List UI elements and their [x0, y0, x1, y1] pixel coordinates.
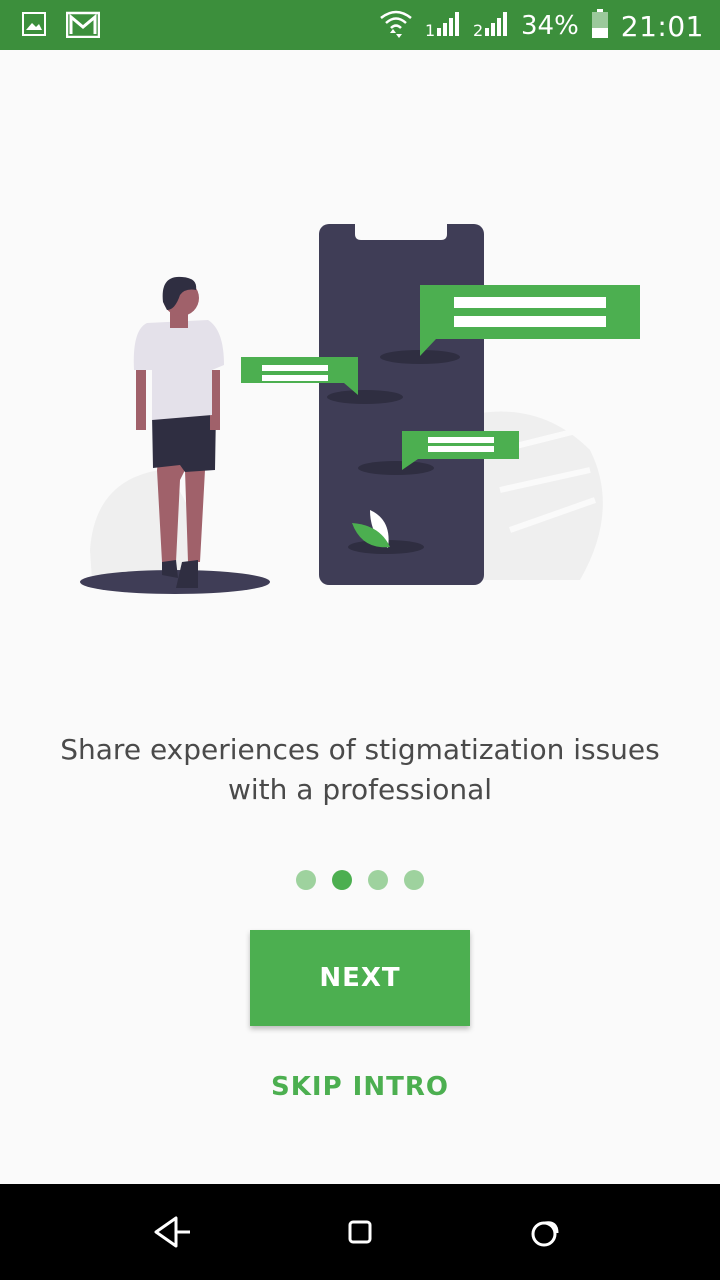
wifi-icon [379, 8, 413, 44]
recents-icon[interactable] [522, 1208, 570, 1256]
home-icon[interactable] [336, 1208, 384, 1256]
navigation-bar [0, 1184, 720, 1280]
page-indicator-dot [404, 870, 424, 890]
page-indicator-dot [332, 870, 352, 890]
skip-intro-button[interactable]: SKIP INTRO [220, 1062, 500, 1112]
onboarding-illustration [0, 220, 720, 610]
gmail-icon [65, 10, 101, 42]
caption-line-1: Share experiences of stigmatization issu… [60, 733, 660, 766]
onboarding-caption: Share experiences of stigmatization issu… [40, 730, 680, 810]
page-indicator-dot [296, 870, 316, 890]
caption-line-2: with a professional [227, 773, 493, 806]
svg-text:1: 1 [425, 21, 435, 38]
back-icon[interactable] [148, 1208, 196, 1256]
page-indicator [0, 870, 720, 890]
page-indicator-dot [368, 870, 388, 890]
svg-text:2: 2 [473, 21, 483, 38]
status-bar: 1 2 34% 21:01 [0, 0, 720, 50]
signal-sim2-icon: 2 [473, 10, 509, 42]
phone-body [319, 224, 484, 585]
battery-percent: 34% [521, 11, 579, 41]
battery-icon [591, 9, 609, 43]
phone-notch [355, 224, 447, 240]
signal-sim1-icon: 1 [425, 10, 461, 42]
image-icon [22, 12, 46, 40]
next-button[interactable]: NEXT [250, 930, 470, 1026]
clock: 21:01 [620, 9, 704, 43]
